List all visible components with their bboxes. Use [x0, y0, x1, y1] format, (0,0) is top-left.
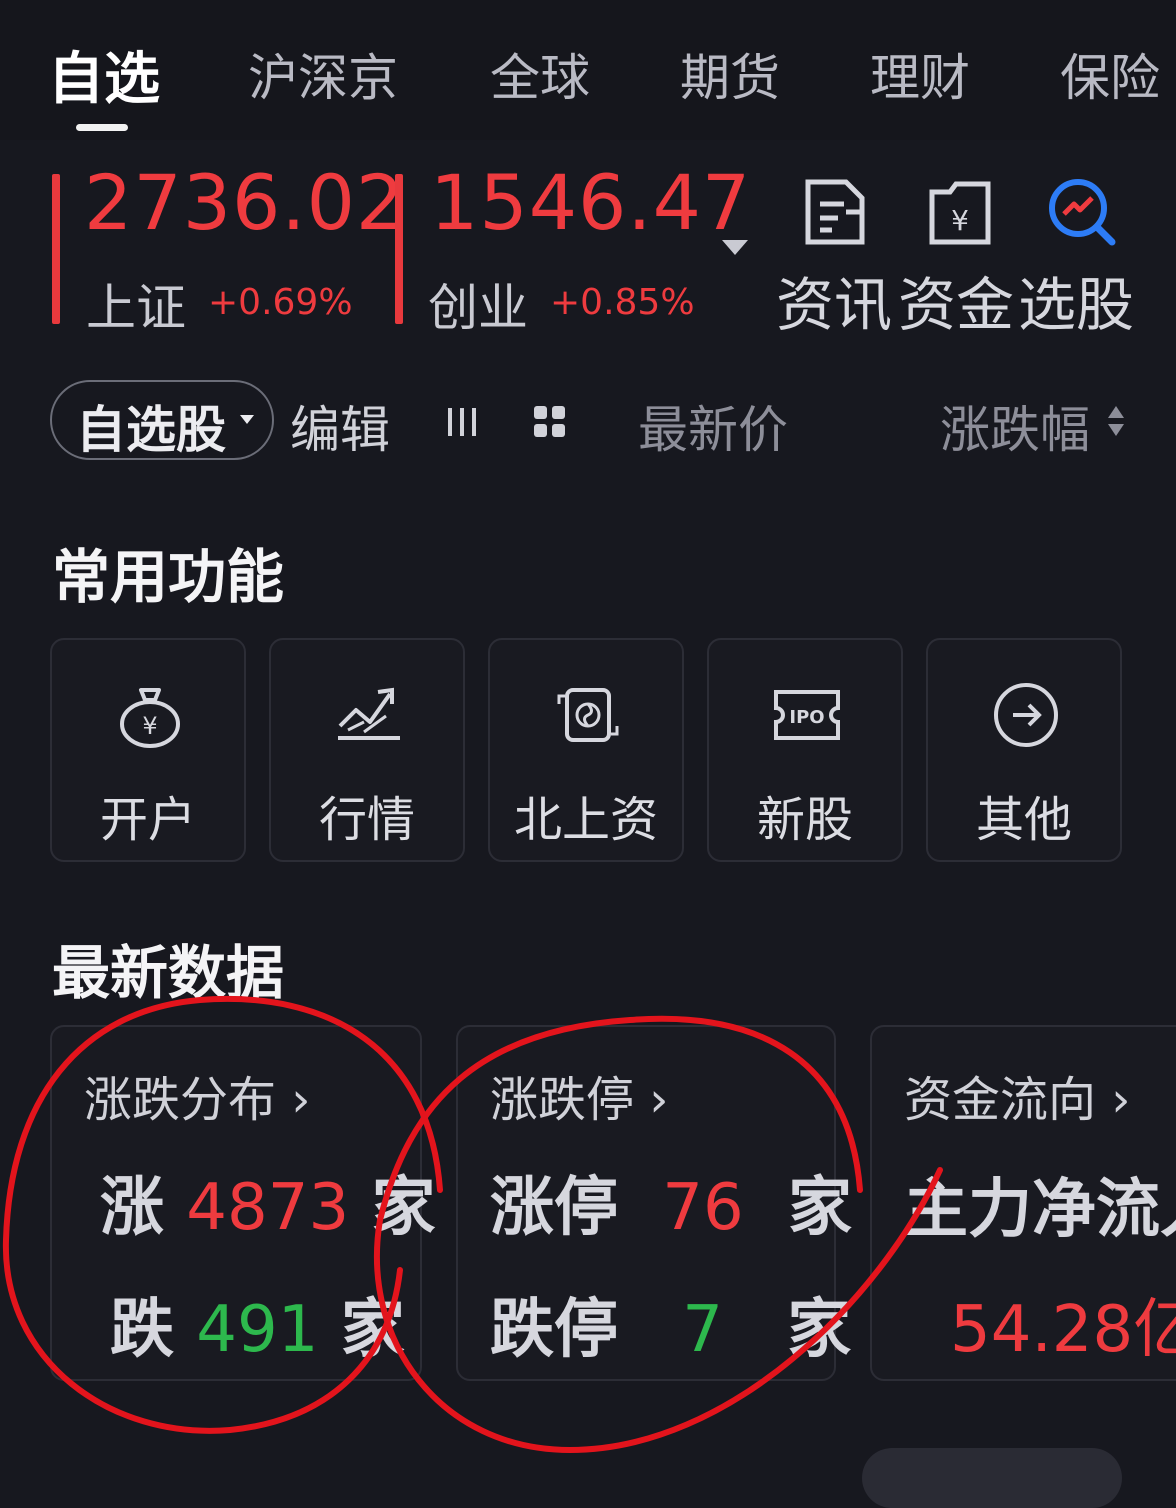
news-doc-icon[interactable] — [800, 178, 870, 248]
hand-drawn-annotation — [2, 996, 943, 1454]
function-card-open-account[interactable]: ¥ 开户 — [50, 638, 246, 862]
stock-search-icon[interactable] — [1046, 176, 1116, 246]
ipo-ticket-icon: IPO — [774, 690, 840, 740]
index-dropdown-icon[interactable] — [722, 240, 748, 255]
arrow-circle-icon — [994, 683, 1058, 747]
index-name: 创业 — [428, 279, 528, 337]
index-change: +0.85% — [550, 282, 695, 323]
column-change-pct[interactable]: 涨跌幅 — [940, 390, 1090, 462]
edit-button[interactable]: 编辑 — [290, 390, 390, 462]
tab-sh-sz-bj[interactable]: 沪深京 — [248, 38, 398, 110]
watchlist-group-label[interactable]: 自选股 — [76, 390, 226, 462]
index-up-bar — [52, 174, 60, 324]
index-value: 1546.47 — [430, 158, 752, 247]
tab-global[interactable]: 全球 — [490, 38, 590, 110]
tool-funds-label[interactable]: 资金 — [898, 258, 1014, 342]
grid-view-icon[interactable] — [532, 404, 568, 440]
trend-chart-icon — [338, 687, 400, 740]
function-label: 开户 — [99, 792, 196, 848]
tab-wealth[interactable]: 理财 — [870, 38, 970, 110]
index-up-bar — [395, 174, 403, 324]
function-card-other[interactable]: 其他 — [926, 638, 1122, 862]
list-view-icon[interactable] — [444, 404, 480, 440]
function-card-ipo[interactable]: IPO 新股 — [707, 638, 903, 862]
function-label: 行情 — [318, 792, 415, 848]
yuan-doc-icon[interactable]: ¥ — [926, 178, 996, 248]
function-card-market[interactable]: 行情 — [269, 638, 465, 862]
tool-news-label[interactable]: 资讯 — [776, 258, 892, 342]
svg-text:IPO: IPO — [789, 707, 824, 728]
index-change: +0.69% — [208, 282, 353, 323]
active-tab-indicator — [76, 124, 128, 131]
column-latest-price[interactable]: 最新价 — [638, 390, 788, 462]
top-tab-bar: 自选 沪深京 全球 期货 理财 保险 — [0, 0, 1176, 140]
tab-insurance[interactable]: 保险 — [1060, 38, 1160, 110]
tool-picker-label[interactable]: 选股 — [1018, 258, 1134, 342]
money-bag-icon: ¥ — [120, 688, 180, 748]
bottom-pill-button[interactable] — [862, 1448, 1122, 1508]
caret-down-icon — [240, 415, 254, 424]
sort-icon[interactable] — [1106, 402, 1126, 440]
tab-futures[interactable]: 期货 — [680, 38, 780, 110]
section-title-common-functions: 常用功能 — [52, 543, 285, 611]
function-label: 北上资 — [513, 792, 658, 848]
hk-exchange-icon — [557, 688, 619, 742]
tab-watchlist[interactable]: 自选 — [48, 34, 160, 115]
svg-text:¥: ¥ — [951, 204, 969, 237]
index-value: 2736.02 — [84, 158, 406, 247]
index-name: 上证 — [86, 279, 186, 337]
svg-text:¥: ¥ — [142, 712, 157, 740]
function-label: 新股 — [756, 792, 853, 848]
function-card-northbound[interactable]: 北上资 — [488, 638, 684, 862]
function-label: 其他 — [975, 792, 1072, 848]
